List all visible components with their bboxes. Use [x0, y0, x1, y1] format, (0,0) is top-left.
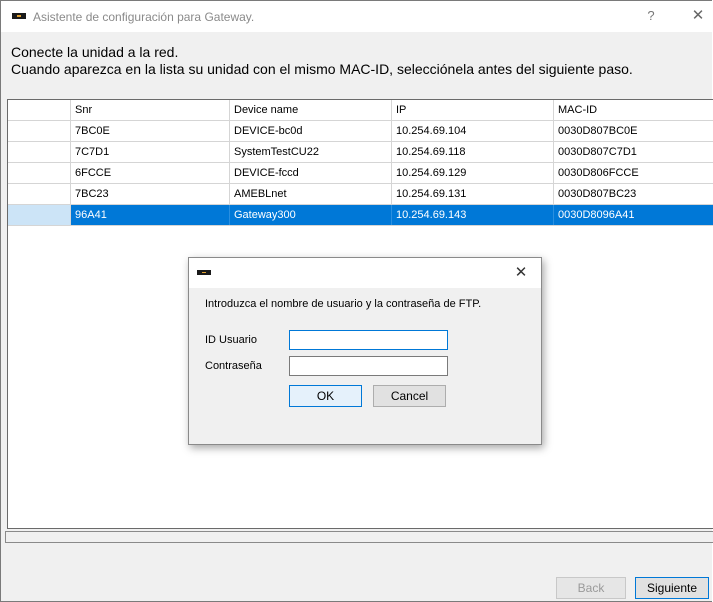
- cell-device-name: DEVICE-bc0d: [230, 121, 392, 141]
- cell-ip: 10.254.69.143: [392, 205, 554, 225]
- row-header[interactable]: [8, 163, 71, 183]
- cell-device-name: Gateway300: [230, 205, 392, 225]
- column-header-ip[interactable]: IP: [392, 100, 554, 120]
- table-row[interactable]: 7BC23 AMEBLnet 10.254.69.131 0030D807BC2…: [8, 184, 713, 205]
- row-header[interactable]: [8, 184, 71, 204]
- cell-device-name: DEVICE-fccd: [230, 163, 392, 183]
- dialog-message: Introduzca el nombre de usuario y la con…: [205, 298, 482, 310]
- row-header[interactable]: [8, 142, 71, 162]
- cell-ip: 10.254.69.118: [392, 142, 554, 162]
- column-header-snr[interactable]: Snr: [71, 100, 230, 120]
- user-id-input[interactable]: [289, 330, 448, 350]
- cell-snr: 6FCCE: [71, 163, 230, 183]
- instruction-line-2: Cuando aparezca en la lista su unidad co…: [11, 61, 633, 77]
- cell-mac-id: 0030D807C7D1: [554, 142, 713, 162]
- cell-mac-id: 0030D806FCCE: [554, 163, 713, 183]
- close-icon[interactable]: ✕: [687, 7, 709, 25]
- cell-device-name: SystemTestCU22: [230, 142, 392, 162]
- column-header-device-name[interactable]: Device name: [230, 100, 392, 120]
- table-row-selected[interactable]: 96A41 Gateway300 10.254.69.143 0030D8096…: [8, 205, 713, 226]
- dialog-close-icon[interactable]: ✕: [511, 264, 531, 282]
- table-row[interactable]: 7C7D1 SystemTestCU22 10.254.69.118 0030D…: [8, 142, 713, 163]
- dialog-title-bar: ✕: [189, 258, 541, 288]
- password-input[interactable]: [289, 356, 448, 376]
- row-header-corner: [8, 100, 71, 120]
- cell-ip: 10.254.69.131: [392, 184, 554, 204]
- cell-mac-id: 0030D807BC0E: [554, 121, 713, 141]
- title-bar: Asistente de configuración para Gateway.…: [1, 1, 712, 32]
- cell-snr: 96A41: [71, 205, 230, 225]
- instruction-line-1: Conecte la unidad a la red.: [11, 44, 179, 60]
- ftp-login-dialog: ✕ Introduzca el nombre de usuario y la c…: [188, 257, 542, 445]
- cell-device-name: AMEBLnet: [230, 184, 392, 204]
- cell-snr: 7C7D1: [71, 142, 230, 162]
- cancel-button[interactable]: Cancel: [373, 385, 446, 407]
- cell-ip: 10.254.69.104: [392, 121, 554, 141]
- app-icon: [197, 270, 211, 275]
- cell-ip: 10.254.69.129: [392, 163, 554, 183]
- row-header[interactable]: [8, 205, 71, 225]
- back-button[interactable]: Back: [556, 577, 626, 599]
- horizontal-scrollbar[interactable]: [5, 531, 713, 543]
- cell-snr: 7BC0E: [71, 121, 230, 141]
- app-icon: [12, 13, 26, 19]
- column-header-mac-id[interactable]: MAC-ID: [554, 100, 713, 120]
- cell-snr: 7BC23: [71, 184, 230, 204]
- window-title: Asistente de configuración para Gateway.: [33, 10, 255, 24]
- grid-header-row: Snr Device name IP MAC-ID: [8, 100, 713, 121]
- table-row[interactable]: 7BC0E DEVICE-bc0d 10.254.69.104 0030D807…: [8, 121, 713, 142]
- help-button[interactable]: ?: [641, 7, 661, 25]
- password-label: Contraseña: [205, 360, 262, 372]
- user-id-label: ID Usuario: [205, 334, 257, 346]
- ok-button[interactable]: OK: [289, 385, 362, 407]
- next-button[interactable]: Siguiente: [635, 577, 709, 599]
- cell-mac-id: 0030D807BC23: [554, 184, 713, 204]
- row-header[interactable]: [8, 121, 71, 141]
- table-row[interactable]: 6FCCE DEVICE-fccd 10.254.69.129 0030D806…: [8, 163, 713, 184]
- cell-mac-id: 0030D8096A41: [554, 205, 713, 225]
